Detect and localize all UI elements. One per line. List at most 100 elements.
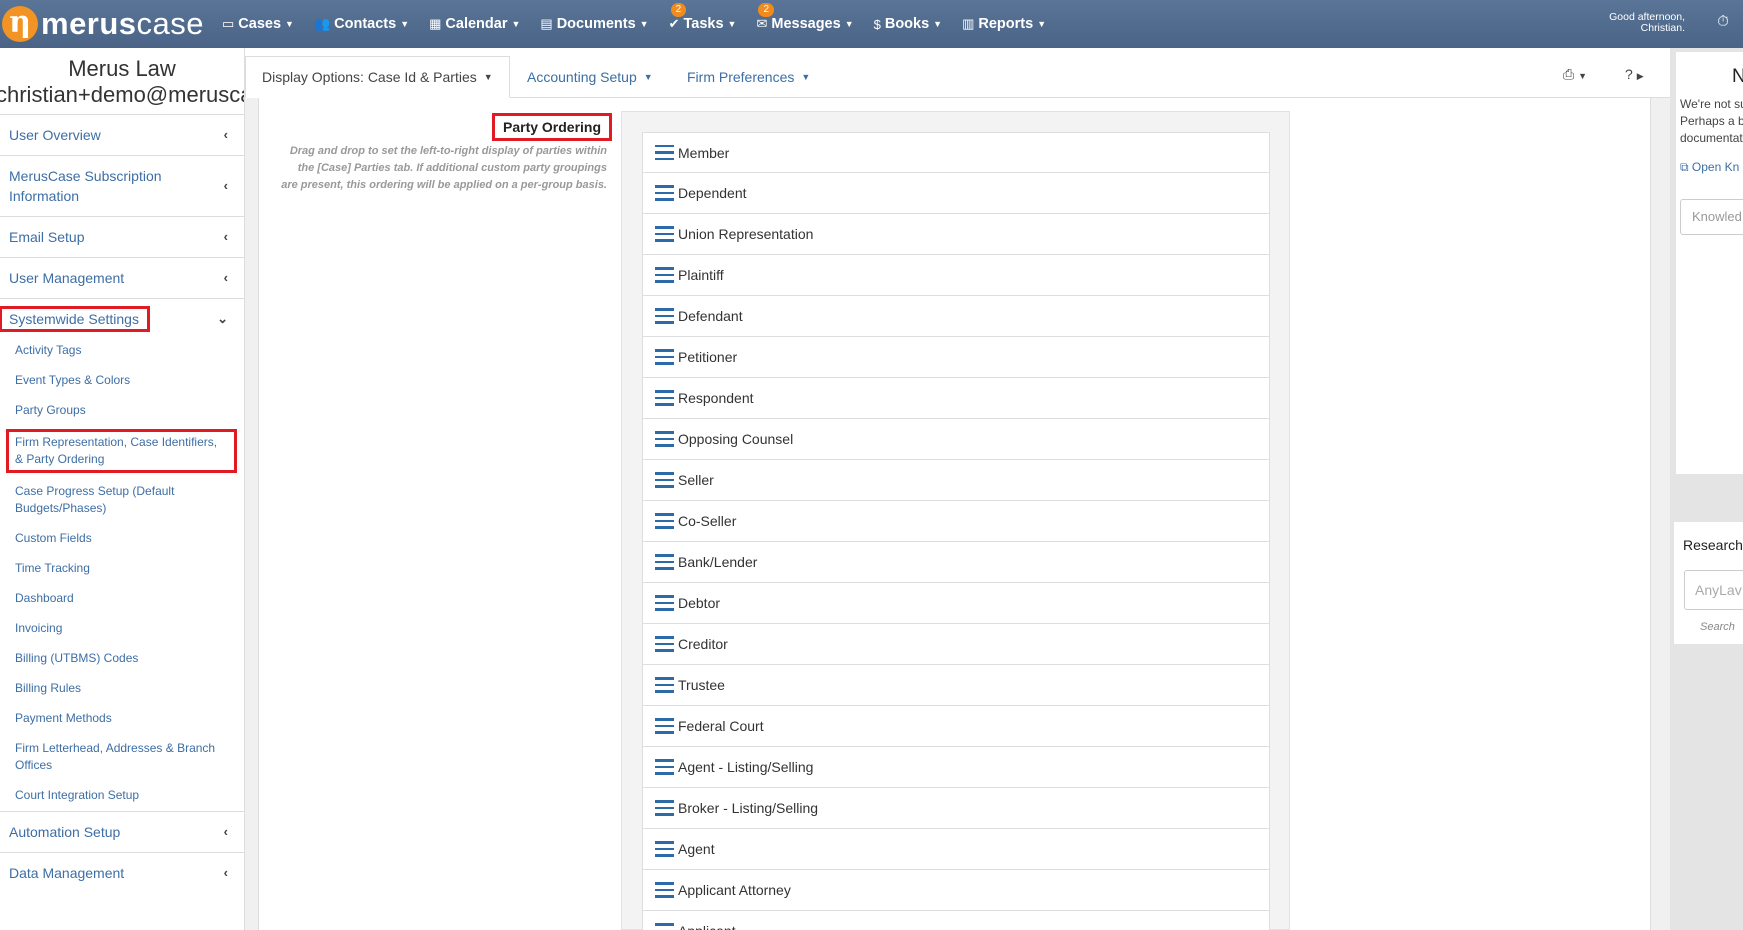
party-row[interactable]: Respondent	[642, 378, 1270, 419]
drag-handle-icon[interactable]	[655, 431, 674, 447]
caret-down-icon: ▼	[801, 72, 811, 82]
party-row[interactable]: Trustee	[642, 665, 1270, 706]
party-row[interactable]: Broker - Listing/Selling	[642, 788, 1270, 829]
party-row[interactable]: Federal Court	[642, 706, 1270, 747]
party-label: Union Representation	[678, 226, 814, 242]
print-button[interactable]: ⎙ ▼	[1563, 66, 1587, 83]
drag-handle-icon[interactable]	[655, 554, 674, 570]
drag-handle-icon[interactable]	[655, 841, 674, 857]
drag-handle-icon[interactable]	[655, 349, 674, 365]
timer-icon[interactable]: ⏱	[1717, 13, 1729, 30]
party-row[interactable]: Applicant	[642, 911, 1270, 930]
party-row[interactable]: Petitioner	[642, 337, 1270, 378]
drag-handle-icon[interactable]	[655, 595, 674, 611]
sidebar-item-systemwide-settings[interactable]: Systemwide Settings ⌄	[0, 298, 244, 339]
anylaw-search-input[interactable]: AnyLav	[1684, 570, 1743, 610]
party-row[interactable]: Applicant Attorney	[642, 870, 1270, 911]
chevron-down-icon: ⌄	[217, 311, 228, 326]
party-row[interactable]: Agent	[642, 829, 1270, 870]
nav-contacts[interactable]: 👥 Contacts ▼	[304, 0, 419, 48]
drag-handle-icon[interactable]	[655, 513, 674, 529]
party-row[interactable]: Agent - Listing/Selling	[642, 747, 1270, 788]
open-knowledge-link[interactable]: ⧉ Open Kn	[1680, 160, 1739, 175]
knowledge-search-input[interactable]: Knowled	[1680, 199, 1743, 235]
firm-email: christian+demo@meruscase	[0, 82, 244, 107]
sidebar-sub-billing-rules[interactable]: Billing Rules	[0, 680, 244, 697]
party-row[interactable]: Co-Seller	[642, 501, 1270, 542]
party-row[interactable]: Creditor	[642, 624, 1270, 665]
sidebar-sub-event-types[interactable]: Event Types & Colors	[0, 372, 244, 389]
tab-accounting-setup[interactable]: Accounting Setup ▼	[511, 56, 669, 98]
knowledge-heading: N	[1732, 66, 1743, 87]
drag-handle-icon[interactable]	[655, 226, 674, 242]
sidebar-item-user-overview[interactable]: User Overview ‹	[0, 114, 244, 155]
users-icon: 👥	[313, 16, 331, 31]
drag-handle-icon[interactable]	[655, 677, 674, 693]
nav-messages[interactable]: 2 ✉ Messages ▼	[746, 0, 863, 48]
sidebar-sub-court-integration[interactable]: Court Integration Setup	[0, 787, 244, 804]
tab-firm-preferences[interactable]: Firm Preferences ▼	[671, 56, 826, 98]
sidebar-sub-custom-fields[interactable]: Custom Fields	[0, 530, 244, 547]
party-row[interactable]: Debtor	[642, 583, 1270, 624]
nav-tasks[interactable]: 2 ✔ Tasks ▼	[659, 0, 747, 48]
sidebar-sub-time-tracking[interactable]: Time Tracking	[0, 560, 244, 577]
caret-down-icon: ▼	[933, 19, 943, 29]
sidebar-sub-billing-codes[interactable]: Billing (UTBMS) Codes	[0, 650, 244, 667]
party-label: Agent - Listing/Selling	[678, 759, 814, 775]
sidebar-item-data-management[interactable]: Data Management ‹	[0, 852, 244, 893]
folder-icon: ▭	[222, 16, 235, 31]
party-row[interactable]: Seller	[642, 460, 1270, 501]
sidebar-sub-party-groups[interactable]: Party Groups	[0, 402, 244, 419]
party-row[interactable]: Member	[642, 132, 1270, 173]
sidebar-item-automation-setup[interactable]: Automation Setup ‹	[0, 811, 244, 852]
party-label: Member	[678, 144, 730, 161]
logo-text: meruscase	[41, 6, 205, 41]
party-row[interactable]: Union Representation	[642, 214, 1270, 255]
caret-right-icon: ▶	[1636, 71, 1644, 81]
party-row[interactable]: Bank/Lender	[642, 542, 1270, 583]
dollar-circle-icon: $	[873, 16, 881, 32]
nav-books[interactable]: $ Books ▼	[864, 0, 952, 48]
drag-handle-icon[interactable]	[655, 144, 674, 161]
nav-reports[interactable]: ▥ Reports ▼	[952, 0, 1056, 48]
drag-handle-icon[interactable]	[655, 800, 674, 816]
nav-calendar[interactable]: ▦ Calendar ▼	[419, 0, 530, 48]
nav-cases[interactable]: ▭ Cases ▼	[212, 0, 304, 48]
caret-down-icon: ▼	[639, 19, 649, 29]
drag-handle-icon[interactable]	[655, 718, 674, 734]
drag-handle-icon[interactable]	[655, 267, 674, 283]
document-icon: ▤	[540, 16, 553, 31]
sidebar-sub-firm-representation[interactable]: Firm Representation, Case Identifiers, &…	[6, 429, 237, 473]
party-label: Applicant Attorney	[678, 882, 791, 898]
drag-handle-icon[interactable]	[655, 472, 674, 488]
meruscase-logo[interactable]: η meruscase	[0, 0, 212, 48]
sidebar-sub-dashboard[interactable]: Dashboard	[0, 590, 244, 607]
sidebar-item-subscription[interactable]: MerusCase Subscription Information ‹	[0, 155, 244, 216]
sidebar-sub-activity-tags[interactable]: Activity Tags	[0, 342, 244, 359]
party-row[interactable]: Opposing Counsel	[642, 419, 1270, 460]
sidebar-sub-invoicing[interactable]: Invoicing	[0, 620, 244, 637]
nav-documents[interactable]: ▤ Documents ▼	[530, 0, 658, 48]
party-label: Applicant	[678, 923, 736, 930]
sidebar-item-user-management[interactable]: User Management ‹	[0, 257, 244, 298]
drag-handle-icon[interactable]	[655, 882, 674, 898]
party-label: Agent	[678, 841, 715, 857]
knowledge-text: We're not su Perhaps a b documentat	[1680, 97, 1743, 145]
party-row[interactable]: Defendant	[642, 296, 1270, 337]
drag-handle-icon[interactable]	[655, 185, 674, 201]
chevron-left-icon: ‹	[223, 270, 228, 285]
sidebar-sub-case-progress[interactable]: Case Progress Setup (Default Budgets/Pha…	[0, 483, 244, 517]
caret-down-icon: ▼	[844, 19, 854, 29]
drag-handle-icon[interactable]	[655, 636, 674, 652]
help-button[interactable]: ? ▶	[1625, 66, 1644, 82]
sidebar-sub-firm-letterhead[interactable]: Firm Letterhead, Addresses & Branch Offi…	[0, 740, 244, 774]
tab-display-options[interactable]: Display Options: Case Id & Parties ▼	[245, 56, 510, 98]
drag-handle-icon[interactable]	[655, 308, 674, 324]
drag-handle-icon[interactable]	[655, 759, 674, 775]
sidebar-item-email-setup[interactable]: Email Setup ‹	[0, 216, 244, 257]
party-row[interactable]: Plaintiff	[642, 255, 1270, 296]
party-row[interactable]: Dependent	[642, 173, 1270, 214]
drag-handle-icon[interactable]	[655, 390, 674, 406]
drag-handle-icon[interactable]	[655, 923, 674, 930]
sidebar-sub-payment-methods[interactable]: Payment Methods	[0, 710, 244, 727]
